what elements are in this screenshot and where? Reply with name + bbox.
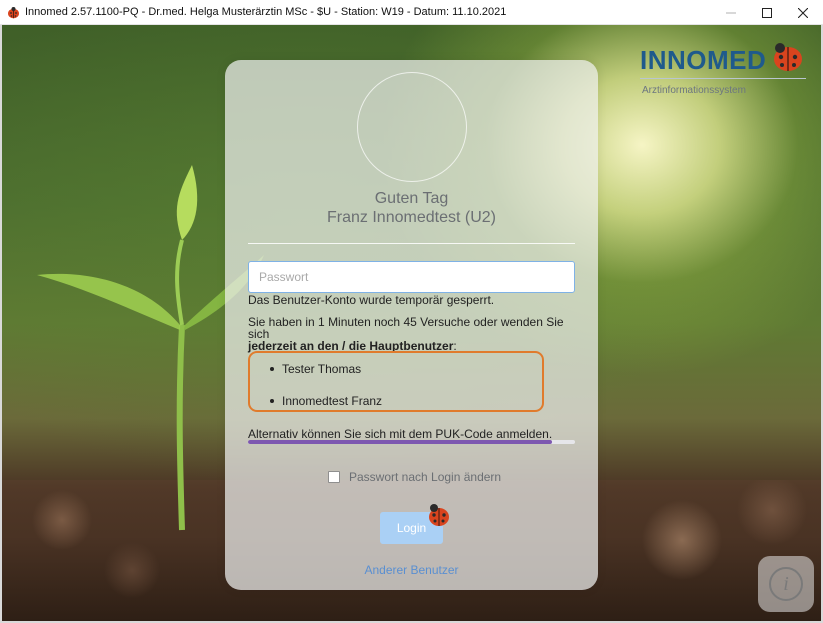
password-input[interactable]	[248, 261, 575, 293]
greeting-text: Guten Tag	[374, 190, 449, 207]
login-card: Guten Tag Franz Innomedtest (U2) Das Ben…	[225, 60, 598, 590]
user-avatar	[357, 72, 467, 182]
checkbox-icon[interactable]	[328, 471, 340, 483]
info-icon: i	[769, 567, 803, 601]
logo-text: INNOMED	[640, 45, 767, 75]
list-item: Innomedtest Franz	[270, 394, 382, 408]
logo-subtitle: Arztinformationssystem	[642, 85, 746, 96]
countdown-progress-fill	[248, 440, 553, 444]
window-title: Innomed 2.57.1100-PQ - Dr.med. Helga Mus…	[25, 6, 507, 18]
admin-name: Innomedtest Franz	[282, 394, 383, 408]
change-password-label: Passwort nach Login ändern	[349, 470, 502, 484]
bullet-icon	[270, 366, 274, 371]
list-item: Tester Thomas	[270, 362, 361, 376]
close-icon	[798, 7, 808, 18]
card-divider	[248, 243, 575, 244]
user-name: Franz Innomedtest (U2)	[327, 209, 496, 226]
innomed-logo: INNOMED Arztinformationssystem	[640, 40, 810, 100]
ladybug-icon	[429, 504, 449, 526]
attempts-message-text: Sie haben in 1 Minuten noch 45 Versuche …	[248, 315, 564, 341]
attempts-message: Sie haben in 1 Minuten noch 45 Versuche …	[248, 316, 588, 352]
minimize-icon	[726, 12, 736, 13]
account-locked-message: Das Benutzer-Konto wurde temporär gesper…	[248, 293, 495, 307]
maximize-button[interactable]	[749, 0, 785, 25]
ladybug-icon	[774, 43, 802, 71]
title-bar: Innomed 2.57.1100-PQ - Dr.med. Helga Mus…	[0, 0, 823, 25]
maximize-icon	[762, 7, 772, 18]
minimize-button[interactable]	[713, 0, 749, 25]
puk-login-link[interactable]: Alternativ können Sie sich mit dem PUK-C…	[248, 427, 552, 441]
other-user-link[interactable]: Anderer Benutzer	[225, 563, 598, 577]
ladybug-app-icon	[8, 7, 19, 19]
bullet-icon	[270, 398, 274, 403]
admin-name: Tester Thomas	[282, 362, 362, 376]
admin-list: Tester Thomas Innomedtest Franz	[248, 351, 544, 412]
close-button[interactable]	[785, 0, 821, 25]
info-button[interactable]: i	[758, 556, 814, 612]
change-password-checkbox[interactable]: Passwort nach Login ändern	[328, 470, 501, 484]
logo-divider	[640, 78, 806, 79]
countdown-progress-bar	[248, 440, 575, 444]
